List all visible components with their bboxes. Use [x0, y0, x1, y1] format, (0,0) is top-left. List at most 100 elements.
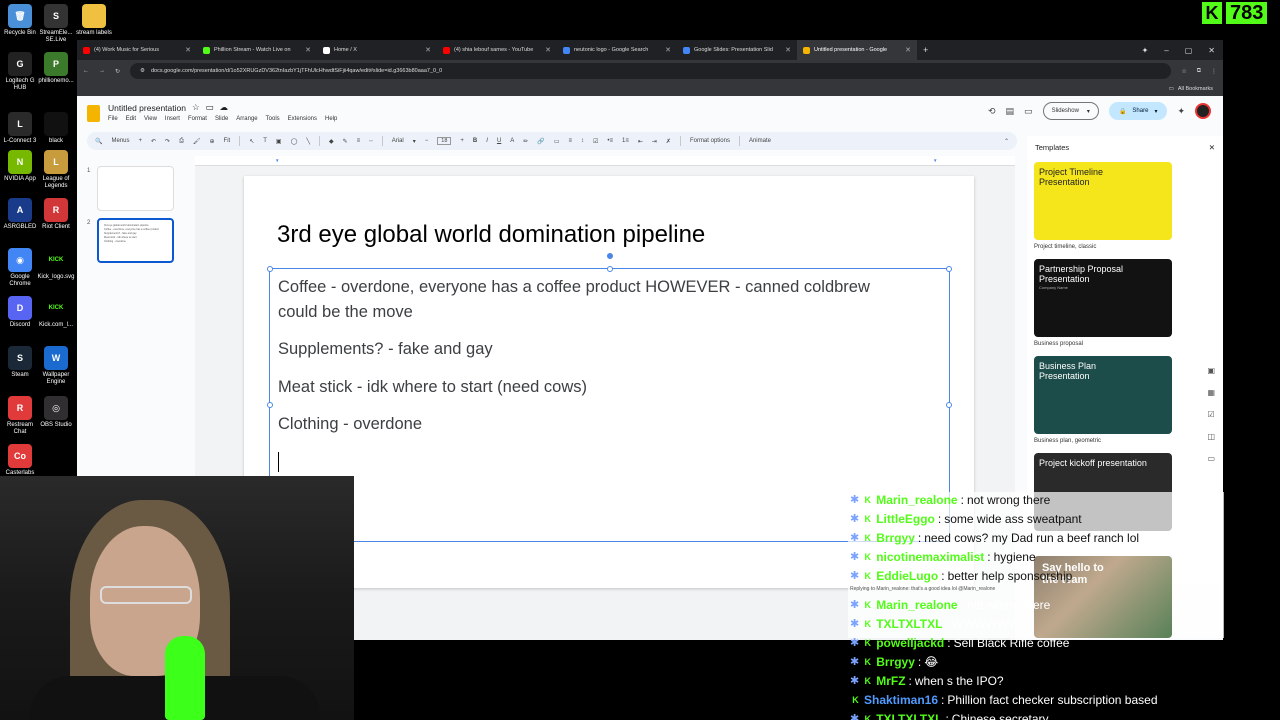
all-bookmarks-link[interactable]: All Bookmarks — [1178, 86, 1213, 92]
desktop-shortcut[interactable]: L League of Legends — [36, 150, 76, 190]
minimize-icon[interactable]: – — [1164, 46, 1168, 55]
desktop-shortcut[interactable]: ◎ OBS Studio — [36, 396, 76, 429]
desktop-shortcut[interactable]: G Logitech G HUB — [0, 52, 40, 92]
menu-item-tools[interactable]: Tools — [266, 116, 280, 122]
menu-item-edit[interactable]: Edit — [126, 116, 136, 122]
desktop-shortcut[interactable]: KICK Kick.com_l... — [36, 296, 76, 329]
menu-item-file[interactable]: File — [108, 116, 118, 122]
tasks-icon[interactable]: ☑ — [1207, 410, 1215, 419]
redo-icon[interactable]: ↷ — [165, 138, 170, 145]
chevron-down-icon[interactable]: ▾ — [1087, 108, 1090, 115]
close-window-icon[interactable]: ✕ — [1208, 46, 1215, 55]
browser-tab[interactable]: Phillion Stream - Watch Live on ✕ — [197, 40, 317, 60]
numbered-list-icon[interactable]: 1≡ — [622, 138, 629, 144]
extensions-icon[interactable]: ⧉ — [1197, 68, 1201, 75]
align-icon[interactable]: ≡ — [568, 138, 572, 144]
slides-logo-icon[interactable] — [87, 105, 100, 122]
line-spacing-icon[interactable]: ↕ — [581, 138, 584, 144]
close-tab-icon[interactable]: ✕ — [665, 46, 671, 54]
slideshow-button[interactable]: Slideshow ▾ — [1042, 102, 1099, 120]
zoom-icon[interactable]: ⊕ — [210, 138, 215, 145]
desktop-shortcut[interactable]: R Riot Client — [36, 198, 76, 231]
increase-font-icon[interactable]: + — [460, 138, 464, 144]
resize-handle[interactable] — [946, 402, 952, 408]
zoom-select[interactable]: Fit — [224, 138, 231, 144]
cloud-status-icon[interactable]: ☁ — [220, 102, 229, 113]
comments-icon[interactable]: ▤ — [1006, 106, 1015, 117]
new-tab-icon[interactable]: + — [917, 45, 934, 55]
underline-icon[interactable]: U — [497, 138, 501, 144]
template-card[interactable]: Project Timeline Presentation — [1034, 162, 1172, 240]
desktop-shortcut[interactable]: N NVIDIA App — [0, 150, 40, 183]
url-field[interactable]: ⚙ docs.google.com/presentation/d/1o52XRU… — [130, 63, 1172, 79]
gemini-icon[interactable]: ✦ — [1177, 106, 1185, 117]
desktop-shortcut[interactable]: S Steam — [0, 346, 40, 379]
browser-tab[interactable]: Untitled presentation - Google ✕ — [797, 40, 917, 60]
resize-handle[interactable] — [946, 266, 952, 272]
forward-icon[interactable]: → — [99, 68, 105, 74]
close-icon[interactable]: ✕ — [1209, 143, 1215, 152]
avatar[interactable] — [1195, 103, 1211, 119]
desktop-shortcut[interactable]: black — [36, 112, 76, 145]
browser-tab[interactable]: (4) shia lebouf sarnes - YouTube ✕ — [437, 40, 557, 60]
decrease-font-icon[interactable]: − — [425, 138, 429, 144]
border-color-icon[interactable]: ✎ — [343, 138, 348, 145]
maximize-icon[interactable]: ▢ — [1185, 46, 1193, 55]
star-icon[interactable]: ☆ — [192, 102, 200, 113]
fill-color-icon[interactable]: ◆ — [329, 138, 334, 145]
move-icon[interactable]: ▭ — [206, 102, 214, 113]
browser-tab[interactable]: Home / X ✕ — [317, 40, 437, 60]
image-icon[interactable]: ▣ — [276, 138, 282, 145]
close-tab-icon[interactable]: ✕ — [425, 46, 431, 54]
shape-icon[interactable]: ◯ — [291, 138, 298, 145]
desktop-shortcut[interactable]: L L-Connect 3 — [0, 112, 40, 145]
textbox-icon[interactable]: T — [263, 138, 267, 144]
print-icon[interactable]: ⎙ — [179, 138, 184, 145]
desktop-shortcut[interactable]: ◉ Google Chrome — [0, 248, 40, 288]
italic-icon[interactable]: I — [486, 138, 488, 144]
slide-thumbnail-active[interactable]: 3rd eye global world domination pipeline… — [97, 218, 174, 263]
desktop-shortcut[interactable]: Pphillionemo... — [36, 52, 76, 85]
resize-handle[interactable] — [267, 266, 273, 272]
text-color-icon[interactable]: A — [510, 138, 514, 144]
menu-item-arrange[interactable]: Arrange — [236, 116, 257, 122]
slide-title[interactable]: 3rd eye global world domination pipeline — [277, 221, 705, 249]
font-size-input[interactable]: 18 — [437, 137, 452, 145]
keep-icon[interactable]: ▣ — [1207, 366, 1215, 375]
menu-item-slide[interactable]: Slide — [215, 116, 228, 122]
browser-tab[interactable]: neutonic logo - Google Search ✕ — [557, 40, 677, 60]
templates-side-icon[interactable]: ▦ — [1207, 388, 1215, 397]
meet-icon[interactable]: ▭ — [1024, 106, 1033, 117]
slide-thumbnail[interactable] — [97, 166, 174, 211]
line-icon[interactable]: ╲ — [306, 138, 310, 145]
decrease-indent-icon[interactable]: ⇤ — [638, 138, 643, 145]
close-tab-icon[interactable]: ✕ — [905, 46, 911, 54]
font-select[interactable]: Arial — [392, 138, 404, 144]
bookmark-star-icon[interactable]: ☆ — [1181, 68, 1186, 75]
browser-tab[interactable]: (4) Work Music for Serious ✕ — [77, 40, 197, 60]
increase-indent-icon[interactable]: ⇥ — [652, 138, 657, 145]
close-tab-icon[interactable]: ✕ — [305, 46, 311, 54]
menu-item-format[interactable]: Format — [188, 116, 207, 122]
site-info-icon[interactable]: ⚙ — [140, 68, 145, 74]
menu-item-extensions[interactable]: Extensions — [288, 116, 317, 122]
border-dash-icon[interactable]: ┄ — [369, 138, 373, 145]
menu-item-insert[interactable]: Insert — [165, 116, 180, 122]
desktop-shortcut[interactable]: D Discord — [0, 296, 40, 329]
comment-icon[interactable]: ▭ — [554, 138, 560, 145]
desktop-shortcut[interactable]: 🗑 Recycle Bin — [0, 4, 40, 37]
highlight-icon[interactable]: ✏ — [523, 138, 528, 145]
collapse-icon[interactable]: ⌃ — [1004, 138, 1009, 145]
desktop-shortcut[interactable]: KICK Kick_logo.svg — [36, 248, 76, 281]
bold-icon[interactable]: B — [473, 138, 477, 144]
close-tab-icon[interactable]: ✕ — [785, 46, 791, 54]
template-card[interactable]: Business Plan Presentation — [1034, 356, 1172, 434]
doc-title[interactable]: Untitled presentation — [108, 103, 186, 113]
ruler-marker-icon[interactable]: ▼ — [275, 158, 279, 163]
desktop-shortcut[interactable]: R Restream Chat — [0, 396, 40, 436]
maps-icon[interactable]: ▭ — [1207, 454, 1215, 463]
back-icon[interactable]: ← — [83, 68, 89, 74]
contacts-icon[interactable]: ◫ — [1207, 432, 1215, 441]
format-options-button[interactable]: Format options — [690, 138, 730, 144]
desktop-shortcut[interactable]: stream labels — [74, 4, 114, 37]
